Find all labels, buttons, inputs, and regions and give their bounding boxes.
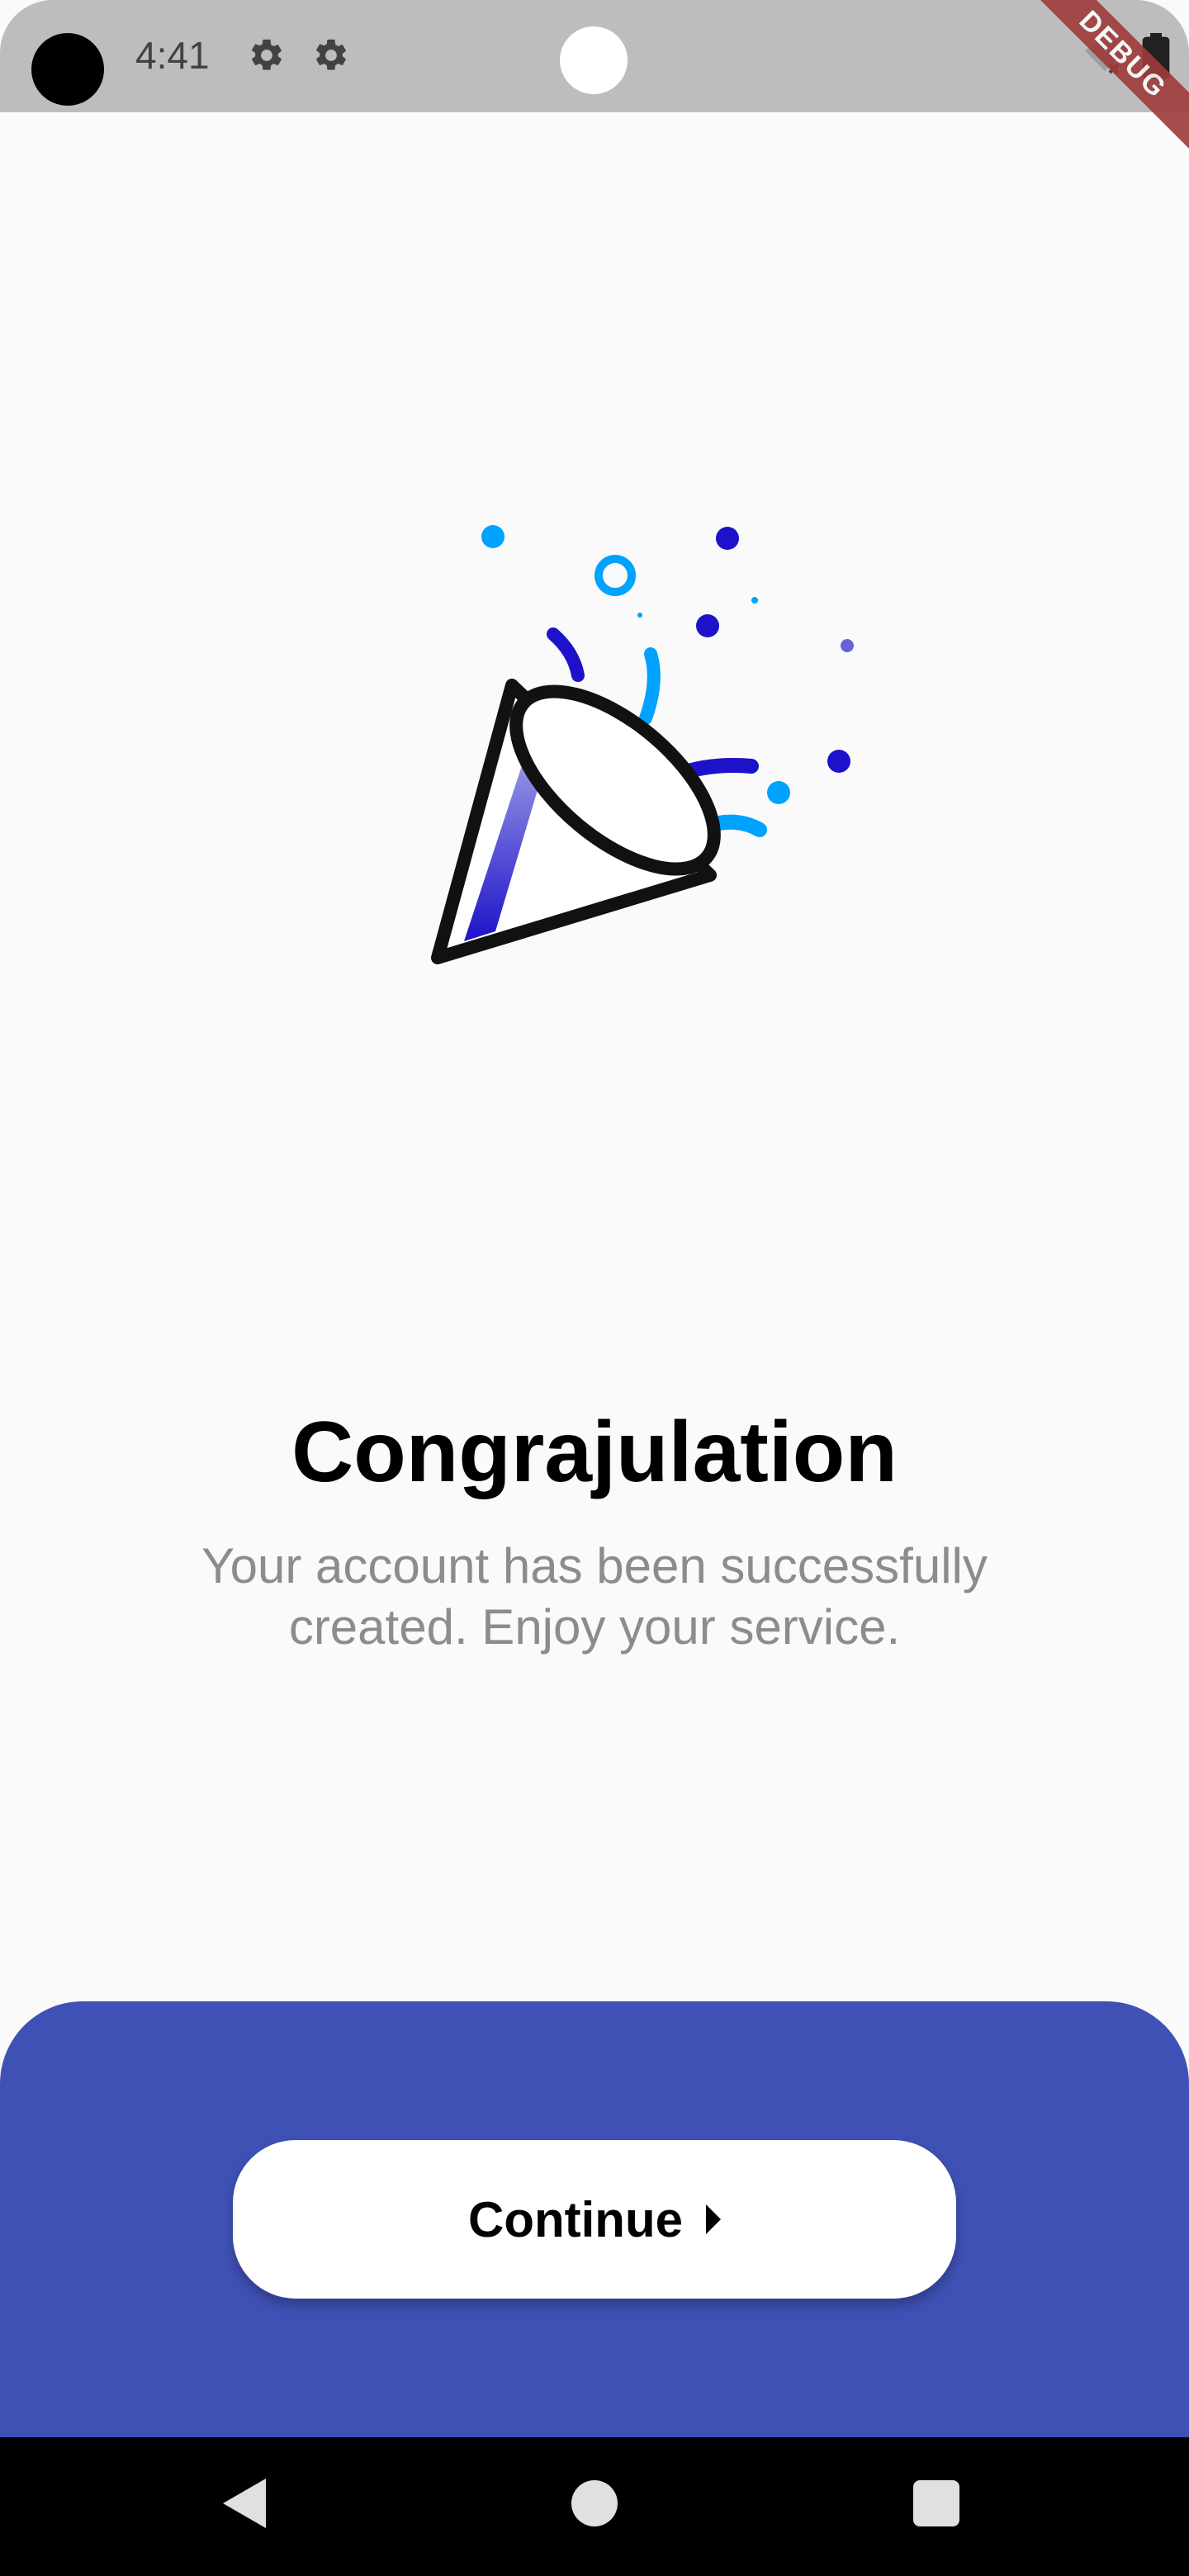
front-camera-notch — [560, 26, 628, 94]
settings-icon — [252, 39, 282, 70]
back-icon[interactable] — [223, 2479, 266, 2528]
settings-icon — [316, 39, 346, 70]
page-title: Congrajulation — [291, 1404, 898, 1500]
recents-icon[interactable] — [913, 2480, 959, 2526]
home-icon[interactable] — [571, 2480, 618, 2526]
camera-cutout — [31, 33, 104, 106]
party-popper-illustration — [431, 525, 854, 964]
page-subtitle: Your account has been successfully creat… — [201, 1538, 988, 1655]
navigation-bar — [0, 2437, 1189, 2576]
continue-button[interactable]: Continue — [233, 2140, 956, 2299]
continue-label: Continue — [468, 2191, 683, 2247]
arrow-right-icon — [705, 2204, 721, 2234]
status-time: 4:41 — [135, 34, 210, 77]
status-bar: 4:41 DEBUG — [0, 0, 1189, 150]
